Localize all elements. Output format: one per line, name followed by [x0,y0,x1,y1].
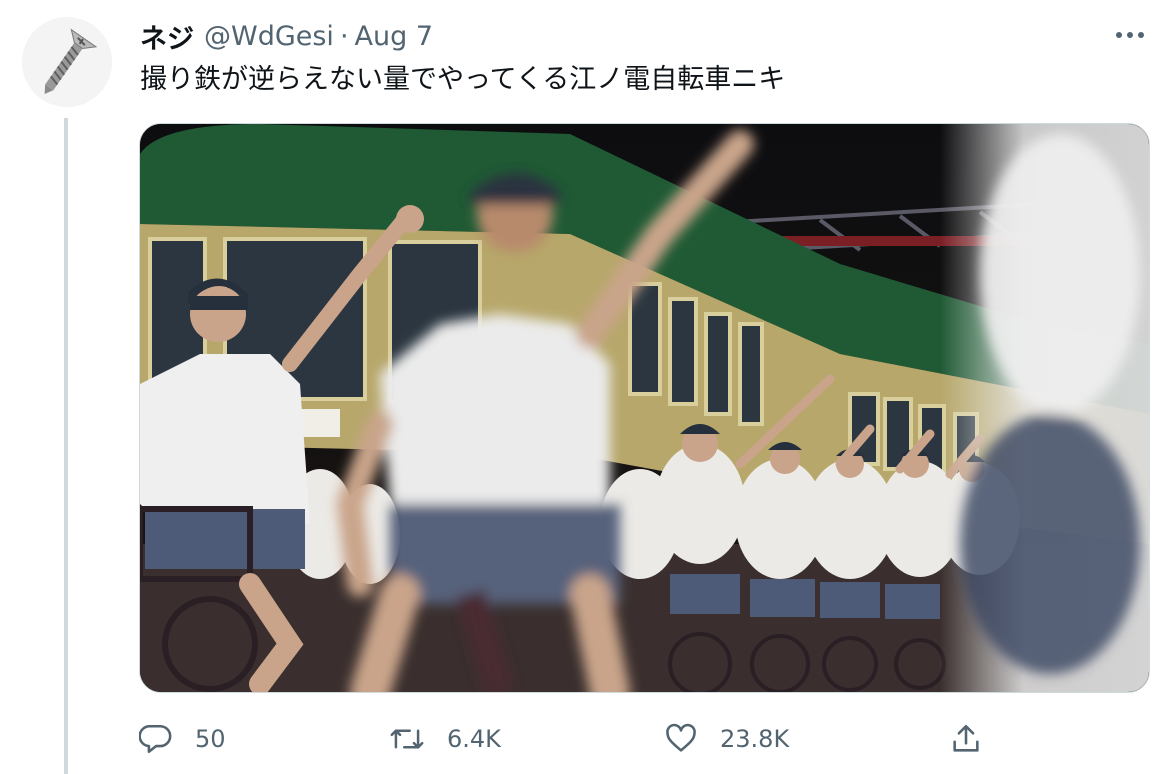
photo-image [140,124,1149,692]
reply-button[interactable]: 50 [139,717,226,761]
more-horizontal-icon [1116,32,1144,38]
retweet-count: 6.4K [447,725,501,753]
share-icon [953,724,979,752]
share-button[interactable] [949,717,983,761]
separator-dot: · [339,20,349,52]
tweet-text: 撮り鉄が逆らえない量でやってくる江ノ電自転車ニキ [140,64,786,95]
avatar[interactable] [22,17,112,107]
retweet-icon [390,729,424,749]
tweet-actions: 50 6.4K 23.8K [139,717,1139,761]
thread-line [64,118,68,774]
like-button[interactable]: 23.8K [664,717,789,761]
reply-icon [139,724,172,754]
tweet-date[interactable]: Aug 7 [355,21,433,52]
like-count: 23.8K [720,725,790,753]
screw-icon [22,17,112,107]
author-handle[interactable]: @WdGesi [204,21,334,52]
more-button[interactable] [1110,20,1150,50]
tweet-header: ネジ @WdGesi · Aug 7 [140,17,433,56]
author-name[interactable]: ネジ [140,17,194,56]
tweet-media[interactable] [139,123,1150,693]
heart-icon [666,723,696,752]
retweet-button[interactable]: 6.4K [389,717,501,761]
reply-count: 50 [195,725,226,753]
